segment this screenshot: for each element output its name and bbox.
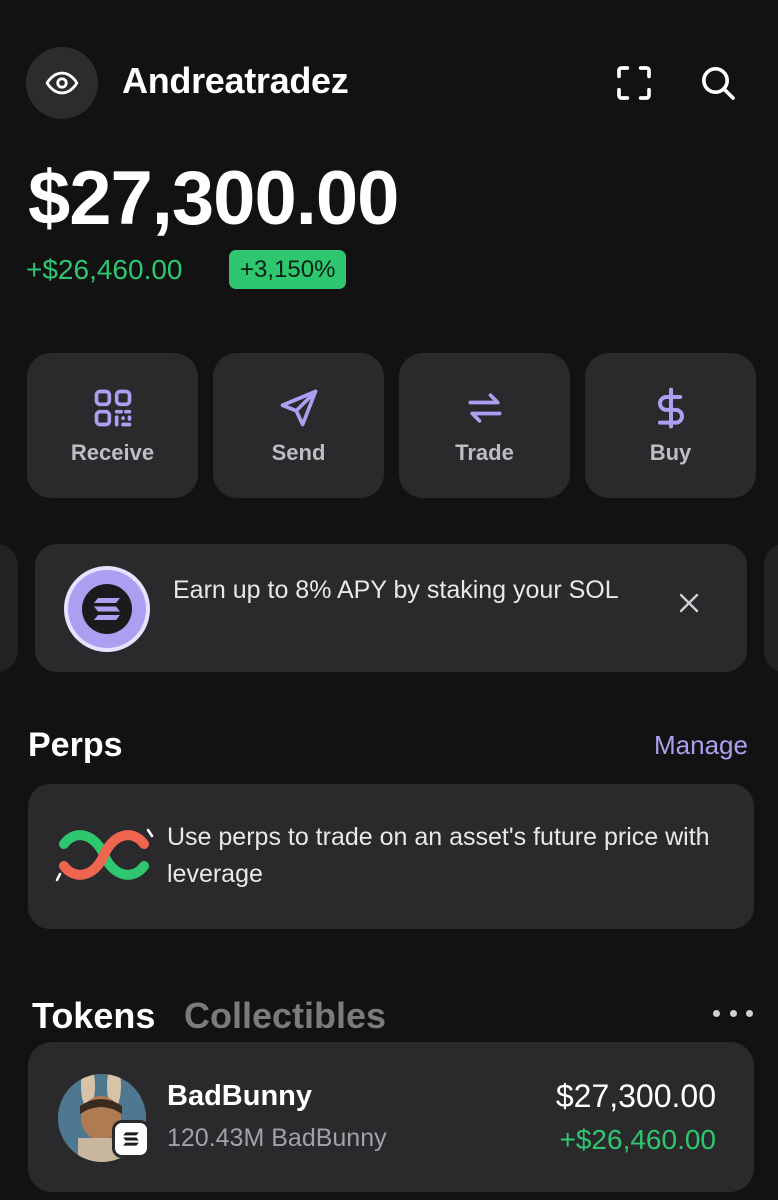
manage-link[interactable]: Manage: [654, 730, 748, 761]
more-options-button[interactable]: [713, 1003, 753, 1023]
tab-tokens[interactable]: Tokens: [32, 995, 155, 1037]
send-icon: [280, 389, 317, 426]
perps-description: Use perps to trade on an asset's future …: [167, 823, 710, 888]
token-row[interactable]: BadBunny 120.43M BadBunny $27,300.00 +$2…: [28, 1042, 754, 1192]
more-dot-icon: [746, 1009, 753, 1017]
scan-icon: [617, 66, 651, 100]
dollar-icon: [657, 387, 684, 428]
token-name: BadBunny: [167, 1080, 312, 1112]
qr-code-icon: [94, 389, 131, 426]
balance-change-percent-badge: +3,150%: [229, 250, 347, 289]
send-button[interactable]: Send: [213, 353, 384, 498]
balance-change-amount: +$26,460.00: [26, 254, 183, 285]
solana-logo: [64, 566, 150, 652]
eye-icon: [45, 71, 79, 95]
perps-section-title: Perps: [28, 726, 123, 764]
receive-label: Receive: [70, 439, 155, 465]
buy-button[interactable]: Buy: [585, 353, 756, 498]
buy-label: Buy: [649, 439, 692, 465]
swap-icon: [468, 392, 501, 423]
perps-info-card[interactable]: Use perps to trade on an asset's future …: [28, 784, 754, 929]
staking-promo-card[interactable]: Earn up to 8% APY by staking your SOL: [35, 544, 747, 672]
trade-button[interactable]: Trade: [399, 353, 570, 498]
solana-chain-badge: [112, 1120, 150, 1158]
token-change: +$26,460.00: [559, 1124, 717, 1155]
perps-infinity-icon: [55, 828, 154, 882]
send-label: Send: [271, 439, 326, 465]
total-balance: $27,300.00: [28, 156, 399, 241]
token-value: $27,300.00: [555, 1078, 716, 1114]
dismiss-promo-button[interactable]: [670, 584, 708, 622]
trade-label: Trade: [455, 439, 514, 465]
tab-collectibles[interactable]: Collectibles: [184, 995, 386, 1037]
receive-button[interactable]: Receive: [27, 353, 198, 498]
hide-balance-button[interactable]: [26, 47, 98, 119]
solana-icon: [123, 1132, 139, 1146]
token-amount: 120.43M BadBunny: [167, 1124, 387, 1152]
scan-button[interactable]: [610, 59, 658, 107]
close-icon: [679, 593, 699, 613]
search-button[interactable]: [694, 59, 742, 107]
more-dot-icon: [729, 1009, 737, 1017]
promo-card-previous[interactable]: [0, 544, 18, 672]
account-name[interactable]: Andreatradez: [122, 60, 349, 102]
promo-text: Earn up to 8% APY by staking your SOL: [173, 576, 619, 604]
promo-card-next[interactable]: [764, 544, 778, 672]
solana-icon: [94, 598, 120, 620]
search-icon: [702, 67, 735, 100]
more-dot-icon: [713, 1009, 720, 1017]
